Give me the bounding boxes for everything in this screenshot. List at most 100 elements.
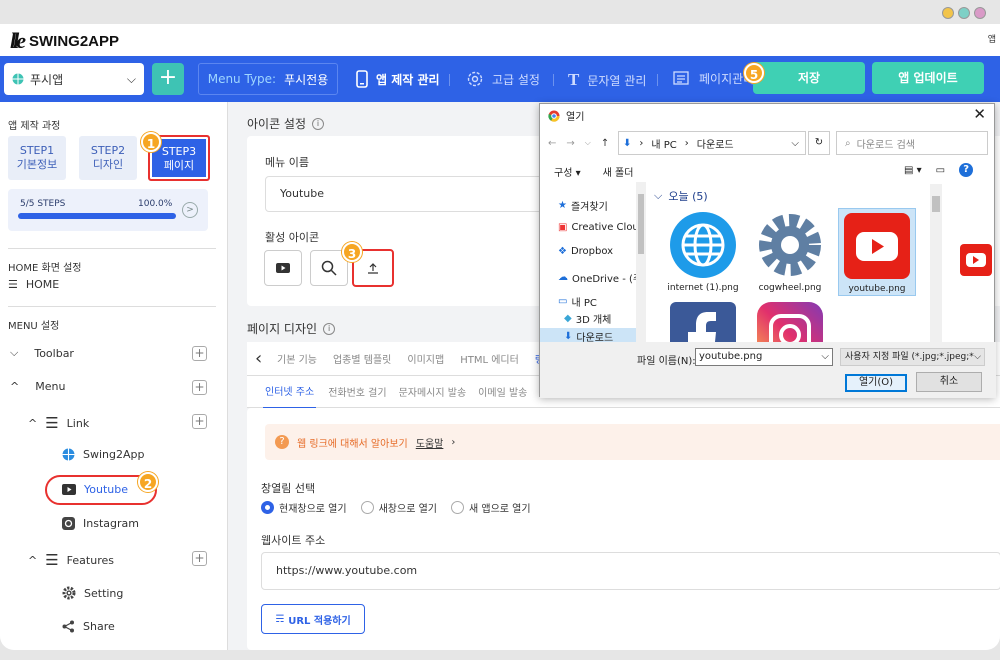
tab-email[interactable]: 이메일 발송	[478, 384, 527, 399]
info-icon[interactable]: i	[312, 117, 325, 130]
tab-internet-address[interactable]: 인터넷 주소	[263, 374, 317, 409]
window-controls	[942, 7, 986, 19]
share-icon	[62, 620, 74, 633]
scroll-thumb[interactable]	[638, 194, 644, 254]
tab-html[interactable]: HTML 에디터	[460, 351, 519, 366]
radio-new-app[interactable]: 새 앱으로 열기	[450, 500, 531, 515]
menu-name-input[interactable]: Youtube	[265, 176, 565, 212]
filetype-select[interactable]: 사용자 지정 파일 (*.jpg;*.jpeg;* ⌵	[840, 348, 985, 366]
nav-app-management[interactable]: 앱 제작 관리	[356, 70, 440, 88]
file-youtube[interactable]: youtube.png	[838, 208, 916, 296]
nav-downloads[interactable]: ⬇ 다운로드	[564, 329, 613, 342]
website-label: 웹사이트 주소	[261, 534, 326, 547]
help-link[interactable]: 도움말	[416, 435, 444, 450]
nav-dropbox[interactable]: ❖ Dropbox	[558, 246, 613, 257]
browser-strip	[0, 0, 1000, 24]
tree-features[interactable]: ^ ☰ Features	[28, 551, 114, 569]
nav-creative-cloud[interactable]: ▣ Creative Cloud	[558, 222, 645, 233]
chevron-up-icon: ^	[10, 380, 20, 393]
nav-scrollbar[interactable]	[636, 182, 646, 342]
dialog-search-input[interactable]: ⌕ 다운로드 검색	[836, 131, 988, 155]
file-instagram[interactable]	[751, 298, 829, 342]
filename-input[interactable]: youtube.png ⌵	[695, 348, 833, 366]
help-icon[interactable]: ?	[959, 163, 974, 177]
tree-instagram[interactable]: Instagram	[62, 517, 139, 530]
view-controls: ▤ ▾ ▭ ?	[904, 163, 974, 177]
tab-template[interactable]: 업종별 템플릿	[333, 351, 391, 366]
download-icon: ⬇	[564, 331, 573, 342]
nav-onedrive[interactable]: ☁ OneDrive - (주	[558, 270, 642, 285]
radio-new-window[interactable]: 새창으로 열기	[360, 500, 437, 515]
tab-sms[interactable]: 문자메시지 발송	[399, 384, 467, 399]
app-update-button[interactable]: 앱 업데이트	[872, 62, 984, 94]
chevron-down-icon[interactable]: ⌵	[585, 138, 591, 148]
youtube-preview-icon	[960, 244, 992, 276]
upload-icon	[368, 263, 378, 274]
tree-share[interactable]: Share	[62, 620, 115, 633]
open-button[interactable]: 열기(O)	[845, 374, 907, 392]
cancel-button[interactable]: 취소	[916, 372, 982, 392]
refresh-button[interactable]: ↻	[808, 131, 830, 155]
scroll-thumb[interactable]	[932, 196, 940, 212]
sidebar: 앱 제작 과정 STEP1 기본정보 STEP2 디자인 STEP3 페이지 5/5 …	[0, 102, 228, 650]
file-internet[interactable]: internet (1).png	[664, 208, 742, 296]
step-badge-1: 1	[141, 132, 161, 152]
tab-imagemap[interactable]: 이미지맵	[407, 351, 444, 366]
tree-youtube[interactable]: Youtube	[62, 483, 128, 496]
up-arrow-icon[interactable]: ↑	[601, 138, 609, 149]
add-features-button[interactable]: +	[192, 551, 207, 566]
save-button[interactable]: 저장	[753, 62, 865, 94]
nav-my-pc[interactable]: ▭ 내 PC	[558, 294, 597, 309]
tab-phone-call[interactable]: 전화번호 걸기	[328, 384, 386, 399]
divider	[8, 306, 216, 307]
maximize-dot-icon[interactable]	[958, 7, 970, 19]
new-folder-button[interactable]: 새 폴더	[603, 164, 634, 179]
organize-button[interactable]: 구성 ▾	[554, 164, 581, 179]
file-scrollbar[interactable]	[930, 184, 942, 342]
add-app-button[interactable]: +	[152, 63, 184, 95]
app-selector[interactable]: 푸시앱 ⌵	[4, 63, 144, 95]
minimize-dot-icon[interactable]	[942, 7, 954, 19]
list-icon: ☴	[275, 613, 285, 625]
progress-percent: 100.0%	[138, 199, 173, 209]
star-icon: ★	[558, 200, 567, 211]
forward-arrow-icon[interactable]: →	[566, 138, 574, 149]
facebook-file-icon	[670, 302, 736, 342]
close-icon[interactable]: ✕	[973, 105, 986, 123]
add-toolbar-button[interactable]: +	[192, 346, 207, 361]
radio-current-window[interactable]: 현재창으로 열기	[261, 500, 347, 515]
tab-basic[interactable]: 기본 기능	[277, 351, 317, 366]
nav-3d-objects[interactable]: ◆ 3D 개체	[564, 311, 611, 326]
url-apply-button[interactable]: ☴ URL 적용하기	[261, 604, 365, 634]
tree-menu[interactable]: ^ Menu	[10, 380, 65, 393]
tree-toolbar[interactable]: ⌵ Toolbar	[10, 346, 74, 360]
dialog-breadcrumb[interactable]: ⬇ › 내 PC › 다운로드 ⌵	[618, 131, 806, 155]
nav-page-management[interactable]: 페이지관리	[673, 70, 754, 87]
home-item[interactable]: ☰ HOME	[8, 278, 59, 291]
pane-icon[interactable]: ▭	[936, 165, 945, 176]
menu-section-label: MENU 설정	[8, 321, 60, 332]
website-input[interactable]: https://www.youtube.com	[261, 552, 1000, 590]
view-icon[interactable]: ▤ ▾	[904, 165, 922, 176]
group-header[interactable]: ⌵ 오늘 (5)	[654, 188, 708, 204]
add-link-button[interactable]: +	[192, 414, 207, 429]
info-icon[interactable]: i	[323, 322, 336, 335]
nav-advanced-settings[interactable]: 고급 설정	[466, 70, 540, 88]
window-select-label: 창열림 선택	[261, 482, 316, 495]
file-cogwheel[interactable]: cogwheel.png	[751, 208, 829, 296]
chevron-left-icon[interactable]: ‹	[255, 348, 262, 369]
nav-favorites[interactable]: ★ 즐겨찾기	[558, 198, 608, 213]
nav-string-management[interactable]: T 문자열 관리	[568, 70, 646, 90]
chevron-right-icon[interactable]: >	[182, 202, 198, 218]
tree-swing2app[interactable]: Swing2App	[62, 448, 144, 461]
add-menu-button[interactable]: +	[192, 380, 207, 395]
tree-link[interactable]: ^ ☰ Link	[28, 414, 89, 432]
file-facebook[interactable]	[664, 298, 742, 342]
progress-bar	[18, 213, 176, 219]
close-dot-icon[interactable]	[974, 7, 986, 19]
step1-button[interactable]: STEP1 기본정보	[8, 136, 66, 180]
back-arrow-icon[interactable]: ←	[548, 138, 556, 149]
tree-setting[interactable]: Setting	[62, 586, 123, 600]
step2-button[interactable]: STEP2 디자인	[79, 136, 137, 180]
youtube-icon-button[interactable]	[264, 250, 302, 286]
